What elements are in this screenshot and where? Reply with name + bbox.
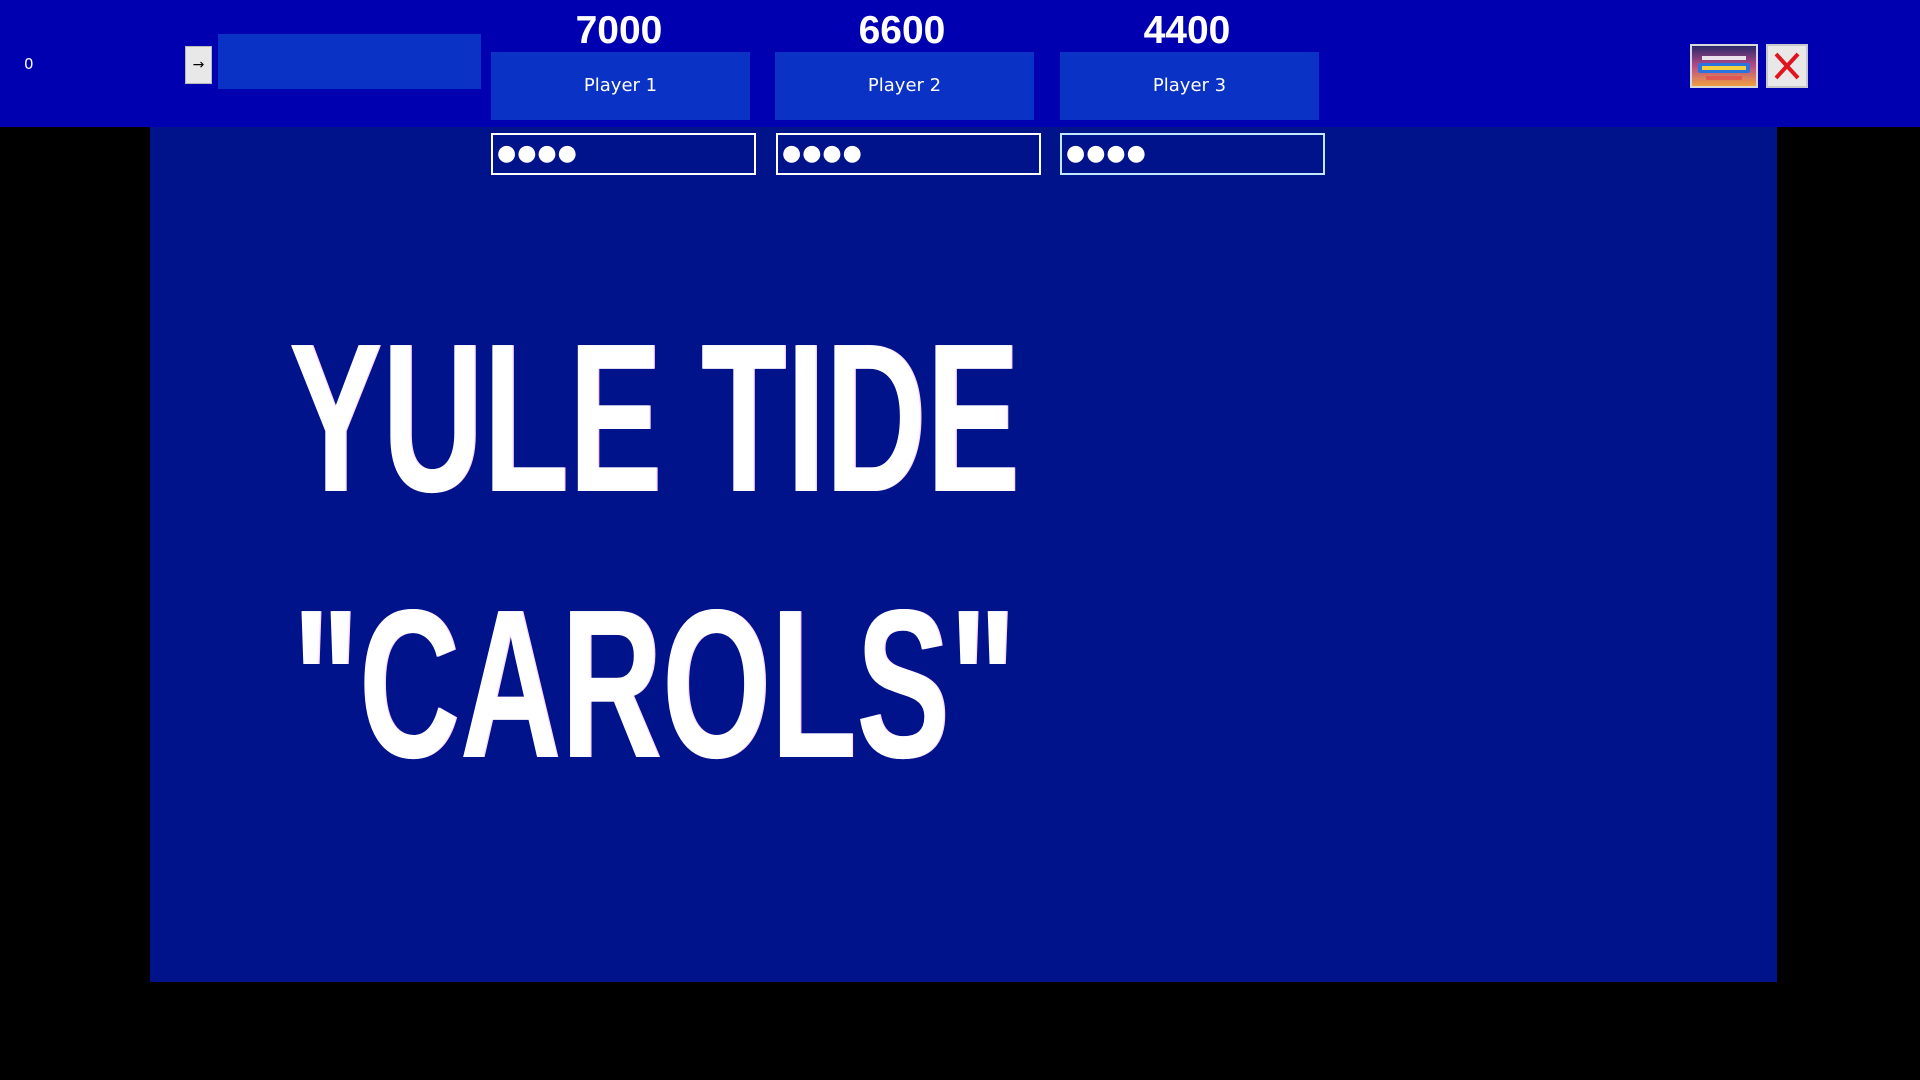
player-1-password-field[interactable]: ●●●● bbox=[491, 133, 756, 175]
answer-display-slot[interactable] bbox=[218, 34, 481, 89]
final-jeopardy-button[interactable] bbox=[1690, 44, 1758, 88]
category-board: YULE TIDE "CAROLS" bbox=[150, 127, 1777, 982]
top-bar: 0 → 7000 6600 4400 Player 1 Player 2 Pla… bbox=[0, 0, 1920, 127]
player-2-score: 6600 bbox=[858, 9, 946, 52]
player-2-button[interactable]: Player 2 bbox=[775, 52, 1034, 120]
player-3-button[interactable]: Player 3 bbox=[1060, 52, 1319, 120]
player-1-score: 7000 bbox=[575, 9, 663, 52]
player-3-password-field[interactable]: ●●●● bbox=[1060, 133, 1325, 175]
close-icon bbox=[1774, 52, 1800, 80]
category-title-line-1: YULE TIDE bbox=[288, 299, 1020, 536]
category-title-line-2: "CAROLS" bbox=[292, 565, 1016, 802]
close-button[interactable] bbox=[1766, 44, 1808, 88]
player-3-score: 4400 bbox=[1143, 9, 1231, 52]
final-jeopardy-logo-icon bbox=[1692, 46, 1756, 86]
arrow-right-icon: → bbox=[192, 57, 205, 73]
player-1-button[interactable]: Player 1 bbox=[491, 52, 750, 120]
player-2-password-field[interactable]: ●●●● bbox=[776, 133, 1041, 175]
question-counter: 0 bbox=[24, 55, 34, 73]
advance-button[interactable]: → bbox=[185, 46, 212, 84]
